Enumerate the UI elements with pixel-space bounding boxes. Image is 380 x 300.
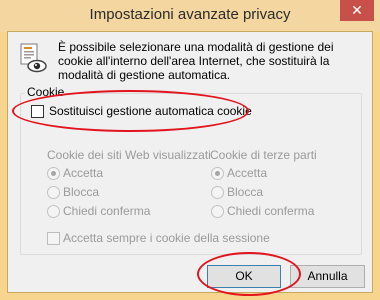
first-party-prompt-label[interactable]: Chiedi conferma bbox=[63, 204, 150, 218]
annotation-ellipse-ok bbox=[197, 252, 301, 296]
first-party-prompt-radio[interactable] bbox=[47, 205, 60, 218]
third-party-block-radio[interactable] bbox=[211, 186, 224, 199]
third-party-block-label[interactable]: Blocca bbox=[227, 185, 263, 199]
annotation-ellipse-override bbox=[12, 90, 249, 132]
session-cookies-label[interactable]: Accetta sempre i cookie della sessione bbox=[63, 231, 270, 245]
first-party-header: Cookie dei siti Web visualizzati bbox=[47, 148, 211, 162]
third-party-accept-radio[interactable] bbox=[211, 167, 224, 180]
first-party-accept-label[interactable]: Accetta bbox=[63, 166, 103, 180]
third-party-accept-label[interactable]: Accetta bbox=[227, 166, 267, 180]
close-button[interactable]: ✕ bbox=[340, 0, 374, 21]
first-party-block-radio[interactable] bbox=[47, 186, 60, 199]
dialog-title: Impostazioni avanzate privacy bbox=[89, 6, 291, 23]
session-cookies-checkbox[interactable] bbox=[47, 232, 60, 245]
dialog-window: Impostazioni avanzate privacy ✕ È possib… bbox=[0, 0, 380, 300]
third-party-header: Cookie di terze parti bbox=[210, 148, 317, 162]
title-bar[interactable]: Impostazioni avanzate privacy ✕ bbox=[0, 0, 380, 32]
info-description: È possibile selezionare una modalità di … bbox=[58, 40, 334, 82]
close-icon: ✕ bbox=[351, 2, 363, 18]
third-party-prompt-radio[interactable] bbox=[211, 205, 224, 218]
privacy-document-eye-icon bbox=[20, 43, 47, 73]
first-party-accept-radio[interactable] bbox=[47, 167, 60, 180]
third-party-prompt-label[interactable]: Chiedi conferma bbox=[227, 204, 314, 218]
first-party-block-label[interactable]: Blocca bbox=[63, 185, 99, 199]
cancel-button[interactable]: Annulla bbox=[290, 265, 365, 288]
